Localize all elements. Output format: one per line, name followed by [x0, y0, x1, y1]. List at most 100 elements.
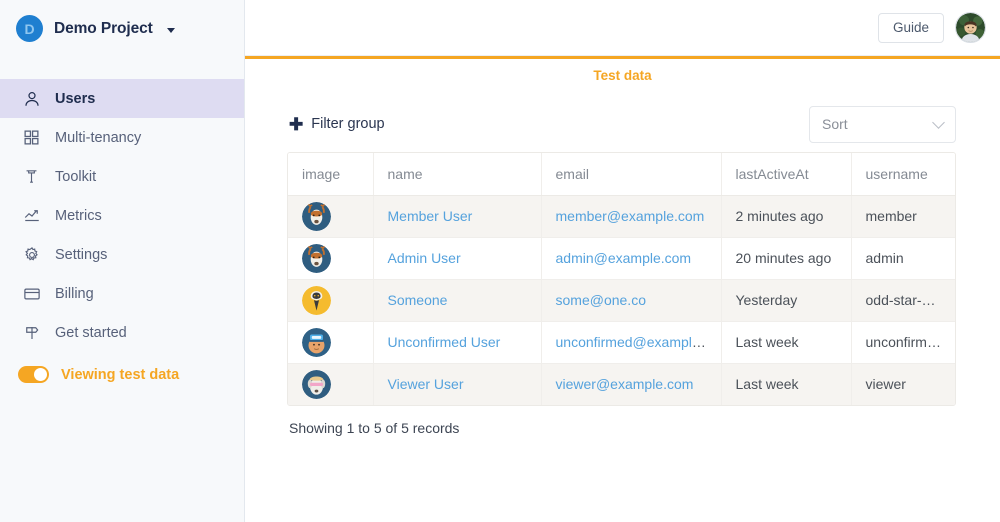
viewing-test-data-toggle[interactable]: Viewing test data	[0, 355, 244, 394]
topbar: Guide	[245, 0, 1000, 56]
grid-icon	[22, 128, 41, 147]
user-email-link[interactable]: some@one.co	[556, 292, 646, 308]
sidebar-item-toolkit[interactable]: Toolkit	[0, 157, 244, 196]
user-avatar[interactable]	[955, 12, 986, 43]
test-data-banner: Test data	[245, 56, 1000, 86]
plus-icon: ✚	[289, 116, 303, 133]
table-row[interactable]: Member User member@example.com 2 minutes…	[288, 195, 956, 237]
cell-email: some@one.co	[541, 279, 721, 321]
signpost-icon	[22, 323, 41, 342]
user-name-link[interactable]: Someone	[388, 292, 448, 308]
sidebar-item-label: Multi-tenancy	[55, 130, 141, 146]
sidebar-item-settings[interactable]: Settings	[0, 235, 244, 274]
user-email-link[interactable]: viewer@example.com	[556, 376, 694, 392]
table-row[interactable]: Someone some@one.co Yesterday odd-star-3…	[288, 279, 956, 321]
sidebar-item-multi-tenancy[interactable]: Multi-tenancy	[0, 118, 244, 157]
filter-group-label: Filter group	[311, 116, 384, 132]
main-panel: Guide Test data ✚	[245, 0, 1000, 522]
project-name: Demo Project	[54, 20, 153, 38]
table-toolbar: ✚ Filter group Sort	[287, 98, 956, 150]
cell-lastactiveat: Last week	[721, 363, 851, 405]
test-data-label: Test data	[593, 68, 651, 83]
cell-lastactiveat: 2 minutes ago	[721, 195, 851, 237]
column-header-email[interactable]: email	[541, 153, 721, 195]
sort-select[interactable]: Sort	[809, 106, 956, 143]
cell-username: viewer	[851, 363, 956, 405]
filter-group-button[interactable]: ✚ Filter group	[287, 116, 385, 133]
sidebar-item-get-started[interactable]: Get started	[0, 313, 244, 352]
sidebar-item-billing[interactable]: Billing	[0, 274, 244, 313]
column-header-username[interactable]: username	[851, 153, 956, 195]
table-head: image name email lastActiveAt username	[288, 153, 956, 195]
user-email-link[interactable]: admin@example.com	[556, 250, 692, 266]
hammer-icon	[22, 167, 41, 186]
users-table-container: image name email lastActiveAt username	[287, 152, 956, 406]
cell-username: unconfirmed	[851, 321, 956, 363]
dog-avatar	[302, 370, 331, 399]
user-icon	[22, 89, 41, 108]
cell-image	[288, 363, 373, 405]
sidebar-item-label: Settings	[55, 247, 107, 263]
table-row[interactable]: Viewer User viewer@example.com Last week…	[288, 363, 956, 405]
cell-email: member@example.com	[541, 195, 721, 237]
table-row[interactable]: Unconfirmed User unconfirmed@example....…	[288, 321, 956, 363]
toggle-switch-icon[interactable]	[18, 366, 49, 383]
cell-lastactiveat: 20 minutes ago	[721, 237, 851, 279]
sidebar-item-metrics[interactable]: Metrics	[0, 196, 244, 235]
sidebar-item-label: Metrics	[55, 208, 102, 224]
project-avatar: D	[16, 15, 43, 42]
user-email-link[interactable]: unconfirmed@example....	[556, 334, 716, 350]
sidebar-nav: Users Multi-tenancy Toolkit	[0, 57, 244, 394]
avatar-image	[956, 13, 985, 42]
cell-name: Admin User	[373, 237, 541, 279]
cell-email: admin@example.com	[541, 237, 721, 279]
cell-email: unconfirmed@example....	[541, 321, 721, 363]
sidebar-item-users[interactable]: Users	[0, 79, 244, 118]
project-switcher[interactable]: D Demo Project	[0, 0, 244, 57]
toggle-knob	[34, 368, 47, 381]
sidebar-item-label: Users	[55, 91, 95, 107]
chevron-down-icon	[932, 116, 945, 129]
guide-button[interactable]: Guide	[878, 13, 944, 43]
cell-username: admin	[851, 237, 956, 279]
user-name-link[interactable]: Member User	[388, 208, 473, 224]
cell-username: member	[851, 195, 956, 237]
line-chart-icon	[22, 206, 41, 225]
column-header-image[interactable]: image	[288, 153, 373, 195]
sidebar-item-label: Get started	[55, 325, 127, 341]
cell-name: Someone	[373, 279, 541, 321]
cell-image	[288, 321, 373, 363]
table-body: Member User member@example.com 2 minutes…	[288, 195, 956, 405]
cell-lastactiveat: Yesterday	[721, 279, 851, 321]
cell-image	[288, 237, 373, 279]
sidebar: D Demo Project Users	[0, 0, 245, 522]
user-email-link[interactable]: member@example.com	[556, 208, 705, 224]
column-header-lastactiveat[interactable]: lastActiveAt	[721, 153, 851, 195]
cell-image	[288, 195, 373, 237]
cell-name: Viewer User	[373, 363, 541, 405]
user-name-link[interactable]: Admin User	[388, 250, 461, 266]
sidebar-item-label: Toolkit	[55, 169, 96, 185]
column-header-name[interactable]: name	[373, 153, 541, 195]
viewing-test-data-label: Viewing test data	[61, 367, 179, 383]
cell-lastactiveat: Last week	[721, 321, 851, 363]
cell-name: Member User	[373, 195, 541, 237]
robot-avatar	[302, 328, 331, 357]
gear-icon	[22, 245, 41, 264]
deer-avatar	[302, 244, 331, 273]
table-row[interactable]: Admin User admin@example.com 20 minutes …	[288, 237, 956, 279]
cell-image	[288, 279, 373, 321]
credit-card-icon	[22, 284, 41, 303]
user-name-link[interactable]: Viewer User	[388, 376, 464, 392]
cell-username: odd-star-3do...	[851, 279, 956, 321]
records-summary: Showing 1 to 5 of 5 records	[287, 420, 956, 436]
sidebar-item-label: Billing	[55, 286, 94, 302]
user-name-link[interactable]: Unconfirmed User	[388, 334, 501, 350]
content-area: ✚ Filter group Sort image name	[245, 86, 1000, 522]
sort-value: Sort	[822, 116, 848, 132]
chevron-down-icon	[167, 28, 175, 33]
cell-name: Unconfirmed User	[373, 321, 541, 363]
cobra-avatar	[302, 286, 331, 315]
app-root: D Demo Project Users	[0, 0, 1000, 522]
table-header-row: image name email lastActiveAt username	[288, 153, 956, 195]
